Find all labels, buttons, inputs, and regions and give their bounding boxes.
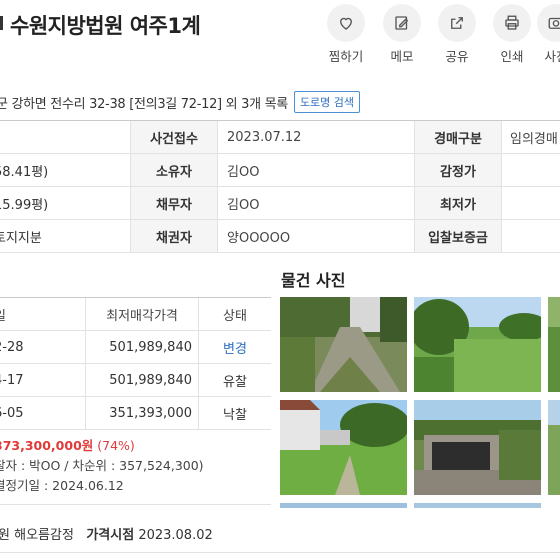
land-share-value: 토지지분: [0, 230, 42, 246]
creditor-label: 채권자: [131, 220, 218, 252]
price-point-label: 가격시점: [86, 528, 135, 543]
photo-label: 사진: [544, 49, 560, 64]
bid-deposit-value: [502, 220, 560, 252]
table-row: 6-05 351,393,000 낙찰: [0, 397, 271, 430]
page-title: 수원지방법원 여주1계: [10, 14, 201, 38]
case-received-label: 사건접수: [131, 121, 218, 153]
case-received-value: 2023.07.12: [218, 121, 415, 153]
table-row: 사건접수 2023.07.12 경매구분 임의경매: [0, 121, 560, 154]
table-row: 58.41평) 소유자 김OO 감정가: [0, 154, 560, 187]
sale-summary: 373,300,000원 (74%) 찰자 : 박OO / 차순위 : 357,…: [0, 430, 271, 505]
property-photo[interactable]: [548, 400, 560, 495]
sale-price: 373,300,000원: [0, 438, 94, 453]
photo-icon: [537, 4, 560, 42]
print-label: 인쇄: [500, 49, 524, 64]
creditor-value: 양OOOOO: [218, 220, 415, 252]
auction-type-value: 임의경매: [510, 131, 558, 147]
table-row: 2-28 501,989,840 변경: [0, 331, 271, 364]
address-row: 군 강하면 전수리 32-38 [전의3길 72-12] 외 3개 목록 도로명…: [0, 88, 560, 116]
sale-ratio: (74%): [97, 438, 135, 453]
bid-deposit-label: 입찰보증금: [415, 220, 502, 252]
status-link[interactable]: 변경: [199, 331, 271, 363]
table-row: 4-17 501,989,840 유찰: [0, 364, 271, 397]
debtor-label: 채무자: [131, 187, 218, 219]
property-photo[interactable]: [414, 503, 541, 508]
table-header-row: 일 최저매각가격 상태: [0, 298, 271, 331]
print-icon: [493, 4, 531, 42]
round-date: 2-28: [0, 339, 24, 355]
divider: [0, 552, 560, 553]
min-price-header: 최저매각가격: [86, 298, 199, 330]
appraisal-org-label: 원: [0, 528, 10, 543]
round-date: 6-05: [0, 405, 24, 421]
round-price: 501,989,840: [86, 331, 199, 363]
photos-title: 물건 사진: [281, 271, 346, 290]
print-button[interactable]: 인쇄: [490, 4, 534, 65]
debtor-value: 김OO: [218, 187, 415, 219]
appraisal-price-label: 감정가: [415, 154, 502, 186]
case-info-table: 사건접수 2023.07.12 경매구분 임의경매 58.41평) 소유자 김O…: [0, 120, 560, 253]
table-row: 15.99평) 채무자 김OO 최저가: [0, 187, 560, 220]
appraisal-info: 원 해오름감정 가격시점 2023.08.02: [0, 524, 213, 543]
favorite-label: 찜하기: [328, 49, 364, 64]
heart-icon: [327, 4, 365, 42]
property-photo[interactable]: [280, 503, 407, 508]
favorite-button[interactable]: 찜하기: [324, 4, 368, 65]
area-value: 58.41평): [0, 164, 49, 180]
table-row: 토지지분 채권자 양OOOOO 입찰보증금: [0, 220, 560, 253]
round-date: 4-17: [0, 372, 24, 388]
share-label: 공유: [445, 49, 469, 64]
owner-label: 소유자: [131, 154, 218, 186]
memo-button[interactable]: 메모: [380, 4, 424, 65]
title-marker: [0, 16, 3, 30]
bidder-info: 찰자 : 박OO / 차순위 : 357,524,300): [0, 458, 204, 473]
memo-label: 메모: [390, 49, 414, 64]
property-photo[interactable]: [414, 400, 541, 495]
property-photo[interactable]: [280, 400, 407, 495]
price-point-value: 2023.08.02: [138, 528, 213, 543]
share-icon: [438, 4, 476, 42]
address-text: 군 강하면 전수리 32-38 [전의3길 72-12] 외 3개 목록: [0, 96, 288, 112]
property-photo[interactable]: [414, 297, 541, 392]
owner-value: 김OO: [218, 154, 415, 186]
round-status: 유찰: [223, 374, 247, 390]
road-name-search-button[interactable]: 도로명 검색: [293, 91, 361, 113]
auction-history-table: 일 최저매각가격 상태 2-28 501,989,840 변경 4-17 501…: [0, 297, 271, 505]
decision-date: 결정기일 : 2024.06.12: [0, 478, 124, 493]
minimum-price-label: 최저가: [415, 187, 502, 219]
property-photo[interactable]: [280, 297, 407, 392]
round-price: 351,393,000: [86, 397, 199, 429]
status-header: 상태: [223, 308, 247, 324]
round-price: 501,989,840: [86, 364, 199, 396]
date-header: 일: [0, 305, 6, 324]
round-status: 낙찰: [223, 407, 247, 423]
minimum-price-value: [502, 187, 560, 219]
property-photo[interactable]: [548, 297, 560, 392]
share-button[interactable]: 공유: [435, 4, 479, 65]
auction-type-label: 경매구분: [415, 121, 502, 153]
area-value: 15.99평): [0, 197, 49, 213]
appraisal-price-value: [502, 154, 560, 186]
appraisal-org: 해오름감정: [14, 528, 74, 543]
memo-icon: [383, 4, 421, 42]
photo-button[interactable]: 사진: [534, 4, 560, 65]
page-header: 수원지방법원 여주1계 찜하기 메모 공유 인쇄 사진: [0, 0, 560, 72]
